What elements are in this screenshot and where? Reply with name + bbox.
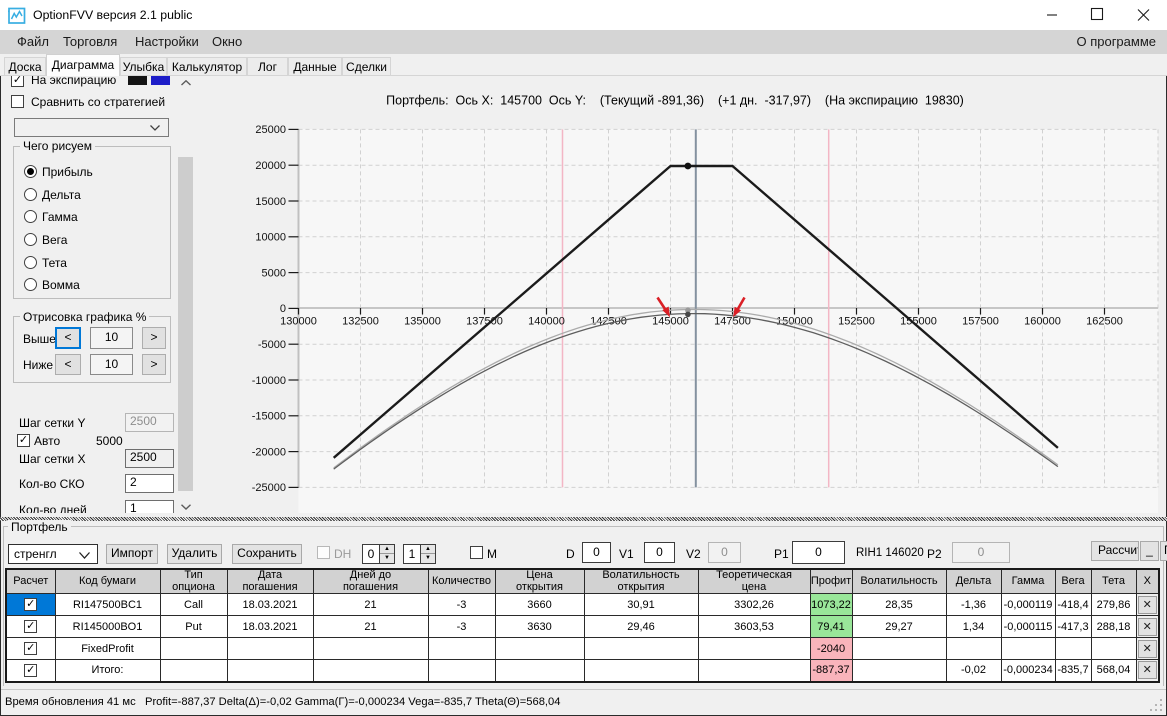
svg-text:-15000: -15000 xyxy=(252,411,286,423)
svg-text:150000: 150000 xyxy=(776,316,813,328)
svg-text:152500: 152500 xyxy=(838,316,875,328)
svg-text:10000: 10000 xyxy=(255,232,286,244)
svg-text:145000: 145000 xyxy=(652,316,689,328)
svg-text:130000: 130000 xyxy=(280,316,317,328)
svg-text:20000: 20000 xyxy=(255,160,286,172)
svg-text:-25000: -25000 xyxy=(252,482,286,494)
svg-text:160000: 160000 xyxy=(1024,316,1061,328)
svg-text:15000: 15000 xyxy=(255,196,286,208)
svg-text:-5000: -5000 xyxy=(258,339,286,351)
svg-text:-20000: -20000 xyxy=(252,446,286,458)
svg-text:157500: 157500 xyxy=(962,316,999,328)
svg-text:5000: 5000 xyxy=(262,267,286,279)
svg-text:-10000: -10000 xyxy=(252,375,286,387)
svg-text:162500: 162500 xyxy=(1086,316,1123,328)
svg-text:135000: 135000 xyxy=(404,316,441,328)
svg-text:Портфель: Ось X: 145700 Ось: Портфель: Ось X: 145700 Ось Y: (Текущий … xyxy=(386,94,964,108)
svg-text:132500: 132500 xyxy=(342,316,379,328)
svg-text:25000: 25000 xyxy=(255,124,286,136)
svg-text:140000: 140000 xyxy=(528,316,565,328)
svg-text:0: 0 xyxy=(280,303,286,315)
